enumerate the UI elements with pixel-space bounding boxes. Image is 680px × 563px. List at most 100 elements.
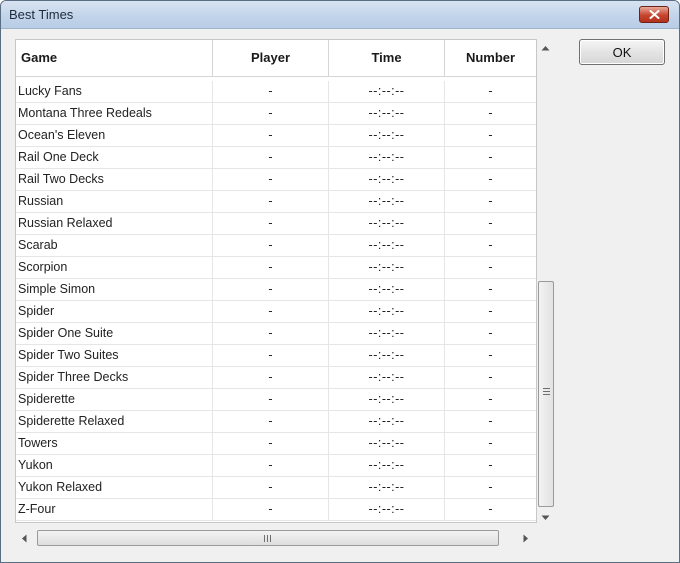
table-row[interactable]: Simple Simon - --:--:-- -	[16, 279, 536, 301]
cell-game: Scarab	[16, 235, 213, 256]
table-row[interactable]: Yukon Relaxed - --:--:-- -	[16, 477, 536, 499]
cell-time: --:--:--	[329, 213, 445, 234]
grip-icon	[264, 535, 271, 542]
table-row[interactable]: Spider One Suite - --:--:-- -	[16, 323, 536, 345]
cell-number: -	[488, 414, 493, 428]
cell-number: -	[488, 370, 493, 384]
best-times-dialog: Best Times Game Player Time Number Lucky…	[0, 0, 680, 563]
cell-number: -	[488, 282, 493, 296]
cell-game: Russian	[16, 191, 213, 212]
table-row[interactable]: Spider - --:--:-- -	[16, 301, 536, 323]
cell-player: -	[213, 345, 329, 366]
cell-time: --:--:--	[329, 147, 445, 168]
cell-number: -	[488, 502, 493, 516]
cell-player: -	[213, 213, 329, 234]
cell-number: -	[488, 326, 493, 340]
cell-player: -	[213, 103, 329, 124]
cell-game: Spider One Suite	[16, 323, 213, 344]
arrow-up-icon[interactable]	[541, 45, 550, 51]
cell-number: -	[488, 392, 493, 406]
cell-player: -	[213, 147, 329, 168]
cell-number: -	[488, 194, 493, 208]
cell-player: -	[213, 301, 329, 322]
title-bar[interactable]: Best Times	[1, 1, 679, 29]
table-header: Game Player Time Number	[16, 40, 536, 77]
column-header-time[interactable]: Time	[329, 40, 445, 76]
table-row[interactable]: Towers - --:--:-- -	[16, 433, 536, 455]
cell-time: --:--:--	[329, 367, 445, 388]
table-row[interactable]: Spiderette - --:--:-- -	[16, 389, 536, 411]
cell-time: --:--:--	[329, 433, 445, 454]
cell-player: -	[213, 455, 329, 476]
cell-number: -	[488, 480, 493, 494]
cell-number: -	[488, 150, 493, 164]
table-row[interactable]: Yukon - --:--:-- -	[16, 455, 536, 477]
cell-time: --:--:--	[329, 191, 445, 212]
cell-player: -	[213, 279, 329, 300]
cell-time: --:--:--	[329, 257, 445, 278]
cell-game: Lucky Fans	[16, 81, 213, 102]
cell-player: -	[213, 81, 329, 102]
column-header-number[interactable]: Number	[445, 40, 536, 76]
close-button[interactable]	[639, 6, 669, 23]
vertical-scroll-thumb[interactable]	[538, 281, 554, 507]
cell-game: Ocean's Eleven	[16, 125, 213, 146]
arrow-left-icon[interactable]	[21, 534, 27, 543]
column-header-game[interactable]: Game	[16, 40, 213, 76]
horizontal-scroll-thumb[interactable]	[37, 530, 499, 546]
cell-time: --:--:--	[329, 81, 445, 102]
table-row[interactable]: Russian Relaxed - --:--:-- -	[16, 213, 536, 235]
cell-number: -	[488, 106, 493, 120]
cell-number: -	[488, 216, 493, 230]
cell-game: Towers	[16, 433, 213, 454]
table-row[interactable]: Z-Four - --:--:-- -	[16, 499, 536, 521]
cell-player: -	[213, 499, 329, 520]
cell-number: -	[488, 172, 493, 186]
cell-player: -	[213, 477, 329, 498]
ok-button[interactable]: OK	[579, 39, 665, 65]
cell-time: --:--:--	[329, 411, 445, 432]
table-row[interactable]: Spiderette Relaxed - --:--:-- -	[16, 411, 536, 433]
table-row[interactable]: Scorpion - --:--:-- -	[16, 257, 536, 279]
cell-time: --:--:--	[329, 323, 445, 344]
horizontal-scrollbar[interactable]	[15, 529, 537, 547]
table-row[interactable]: Russian - --:--:-- -	[16, 191, 536, 213]
cell-player: -	[213, 367, 329, 388]
table-row[interactable]: Montana Three Redeals - --:--:-- -	[16, 103, 536, 125]
cell-player: -	[213, 235, 329, 256]
table-body: Lucky Fans - --:--:-- - Montana Three Redeal…	[16, 81, 536, 521]
best-times-table: Game Player Time Number Lucky Fans - --:--…	[15, 39, 537, 523]
table-row[interactable]: Spider Two Suites - --:--:-- -	[16, 345, 536, 367]
arrow-right-icon[interactable]	[523, 534, 529, 543]
cell-number: -	[488, 238, 493, 252]
cell-game: Spider	[16, 301, 213, 322]
cell-number: -	[488, 260, 493, 274]
table-row[interactable]: Scarab - --:--:-- -	[16, 235, 536, 257]
vertical-scrollbar[interactable]	[537, 39, 555, 523]
cell-number: -	[488, 436, 493, 450]
cell-player: -	[213, 191, 329, 212]
close-icon	[649, 10, 659, 19]
cell-number: -	[488, 84, 493, 98]
cell-game: Spiderette	[16, 389, 213, 410]
column-header-player[interactable]: Player	[213, 40, 329, 76]
cell-game: Yukon Relaxed	[16, 477, 213, 498]
table-row[interactable]: Lucky Fans - --:--:-- -	[16, 81, 536, 103]
cell-time: --:--:--	[329, 301, 445, 322]
cell-game: Rail Two Decks	[16, 169, 213, 190]
arrow-down-icon[interactable]	[541, 515, 550, 521]
cell-game: Z-Four	[16, 499, 213, 520]
table-row[interactable]: Rail One Deck - --:--:-- -	[16, 147, 536, 169]
cell-time: --:--:--	[329, 103, 445, 124]
cell-game: Russian Relaxed	[16, 213, 213, 234]
cell-number: -	[488, 304, 493, 318]
table-row[interactable]: Ocean's Eleven - --:--:-- -	[16, 125, 536, 147]
cell-time: --:--:--	[329, 499, 445, 520]
cell-game: Spider Two Suites	[16, 345, 213, 366]
cell-player: -	[213, 389, 329, 410]
table-row[interactable]: Spider Three Decks - --:--:-- -	[16, 367, 536, 389]
cell-time: --:--:--	[329, 235, 445, 256]
cell-player: -	[213, 411, 329, 432]
cell-time: --:--:--	[329, 125, 445, 146]
table-row[interactable]: Rail Two Decks - --:--:-- -	[16, 169, 536, 191]
